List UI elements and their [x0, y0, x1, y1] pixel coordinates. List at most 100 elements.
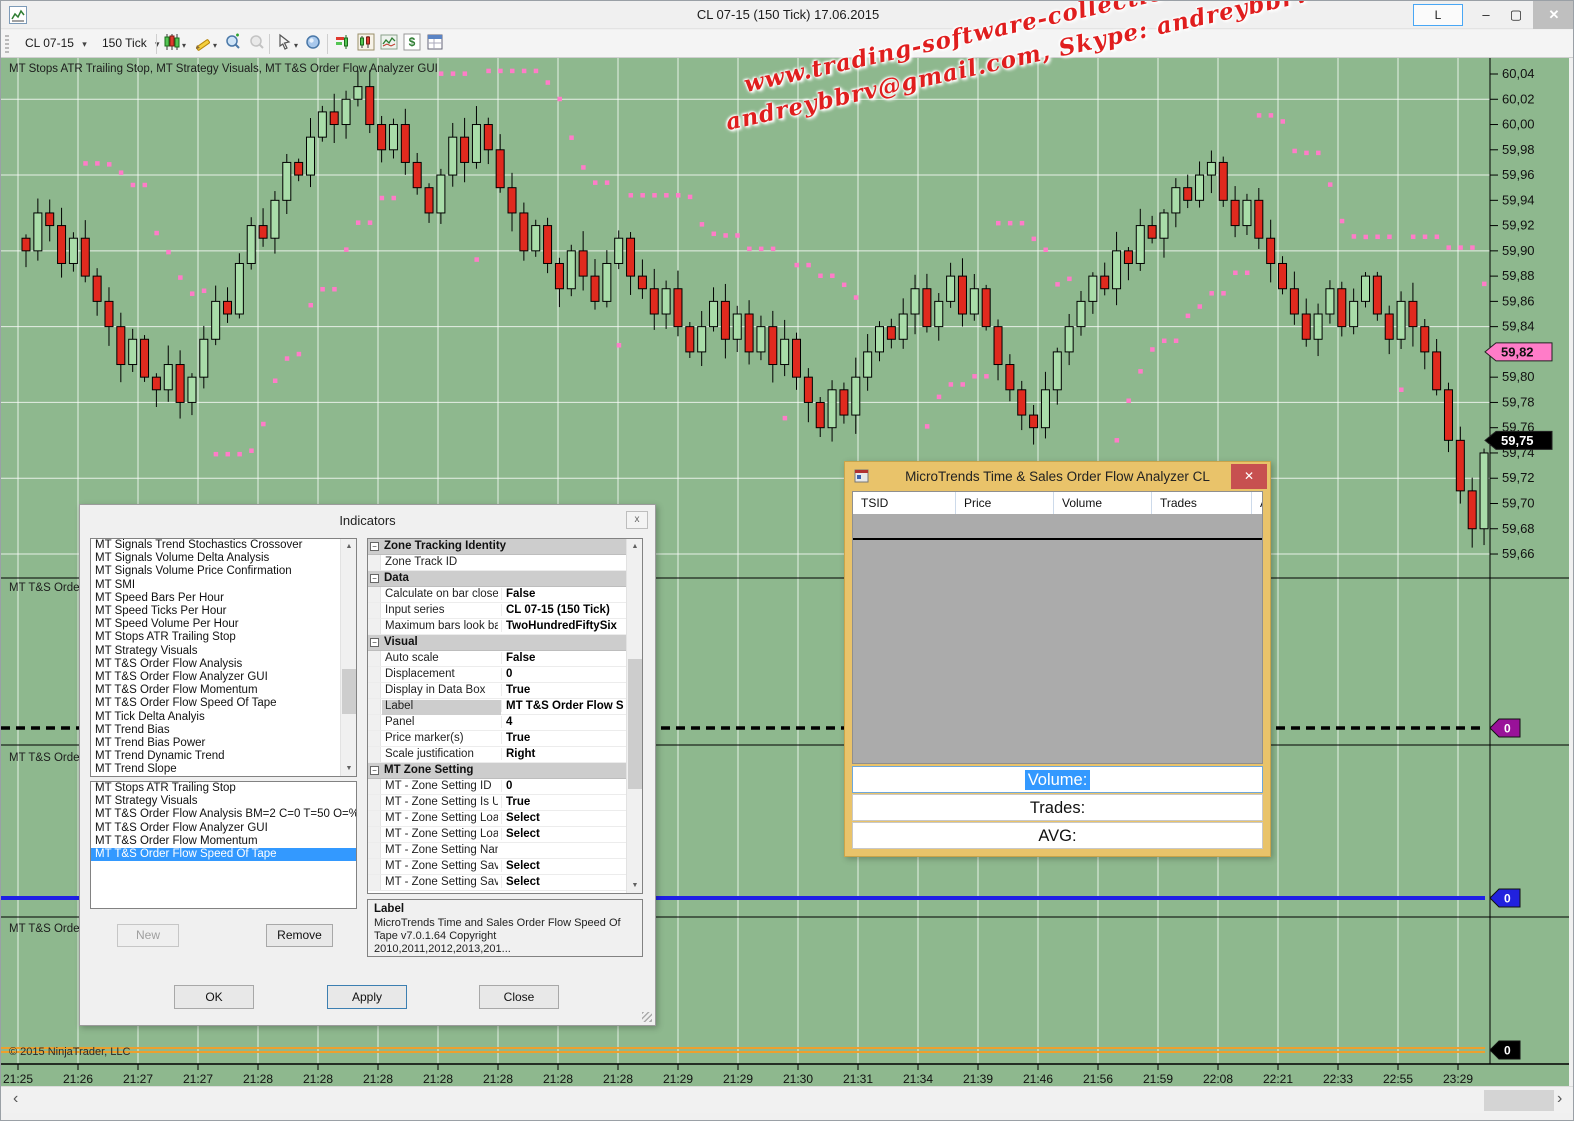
property-category[interactable]: −Visual	[368, 635, 642, 651]
indicator-list-item[interactable]: MT T&S Order Flow Analysis	[91, 658, 356, 671]
indicator-list-item[interactable]: MT Speed Bars Per Hour	[91, 592, 356, 605]
indicator-list-item[interactable]: MT Speed Volume Per Hour	[91, 618, 356, 631]
period-selector[interactable]: 150 Tick ▾	[96, 34, 164, 54]
column-header-trades[interactable]: Trades	[1152, 492, 1252, 514]
instrument-selector[interactable]: CL 07-15 ▾	[19, 34, 91, 54]
scrollbar-thumb[interactable]	[628, 659, 642, 789]
data-grid-button[interactable]	[423, 33, 447, 55]
indicator-list-item[interactable]: MT Speed Ticks Per Hour	[91, 605, 356, 618]
property-row[interactable]: Auto scaleFalse	[368, 651, 642, 667]
indicator-list-item[interactable]: MT Trend Dynamic Trend	[91, 750, 356, 763]
property-value[interactable]: False	[501, 652, 624, 664]
horizontal-scrollbar[interactable]: ‹ ›	[1, 1086, 1574, 1113]
property-value[interactable]: True	[501, 684, 624, 696]
property-value[interactable]: CL 07-15 (150 Tick)	[501, 604, 624, 616]
property-row[interactable]: Input seriesCL 07-15 (150 Tick)	[368, 603, 642, 619]
property-grid[interactable]: −Zone Tracking IdentityZone Track ID−Dat…	[367, 538, 643, 894]
indicator-list-item[interactable]: MT Trend Bias	[91, 724, 356, 737]
indicator-list-item[interactable]: MT Strategy Visuals	[91, 645, 356, 658]
drawing-tools-button[interactable]	[191, 33, 215, 55]
column-header-price[interactable]: Price	[956, 492, 1054, 514]
property-category[interactable]: −Data	[368, 571, 642, 587]
account-button[interactable]: $	[400, 33, 424, 55]
analyzer-title-bar[interactable]: MicroTrends Time & Sales Order Flow Anal…	[852, 464, 1263, 491]
property-grid-scrollbar[interactable]: ▲ ▼	[626, 539, 642, 893]
scrollbar-thumb[interactable]	[342, 669, 356, 714]
indicator-list-item[interactable]: MT SMI	[91, 579, 356, 592]
applied-indicators-list[interactable]: MT Stops ATR Trailing StopMT Strategy Vi…	[90, 781, 357, 909]
stat-row[interactable]: AVG:	[852, 822, 1263, 849]
property-row[interactable]: MT - Zone Setting SavSelect	[368, 875, 642, 891]
analyzer-table[interactable]: TSIDPriceVolumeTradesAv	[852, 491, 1263, 764]
property-value[interactable]: Select	[501, 876, 624, 888]
zoom-out-button[interactable]	[245, 33, 269, 55]
indicator-list-item[interactable]: MT Trend Slope	[91, 763, 356, 776]
scrollbar-thumb[interactable]	[1484, 1090, 1554, 1111]
chart-style-button[interactable]	[160, 33, 184, 55]
applied-indicator-item[interactable]: MT Strategy Visuals	[91, 795, 356, 808]
property-row[interactable]: Calculate on bar closeFalse	[368, 587, 642, 603]
column-header-tsid[interactable]: TSID	[853, 492, 956, 514]
close-button[interactable]: ✕	[1533, 1, 1574, 29]
property-value[interactable]: 0	[501, 668, 624, 680]
property-row[interactable]: MT - Zone Setting LoaSelect	[368, 811, 642, 827]
stat-row[interactable]: Trades:	[852, 794, 1263, 821]
analyzer-close-button[interactable]: ✕	[1231, 464, 1267, 489]
collapse-icon[interactable]: −	[370, 574, 379, 583]
maximize-button[interactable]: ▢	[1501, 1, 1531, 29]
ok-button[interactable]: OK	[174, 985, 254, 1009]
property-value[interactable]: 0	[501, 780, 624, 792]
property-value[interactable]: Select	[501, 860, 624, 872]
collapse-icon[interactable]: −	[370, 766, 379, 775]
property-row[interactable]: LabelMT T&S Order Flow Sp	[368, 699, 642, 715]
property-value[interactable]: Select	[501, 828, 624, 840]
property-row[interactable]: MT - Zone Setting SavSelect	[368, 859, 642, 875]
order-entry-button[interactable]	[331, 33, 355, 55]
available-indicators-list[interactable]: MT Signals Trend Stochastics CrossoverMT…	[90, 538, 357, 777]
property-value[interactable]: Right	[501, 748, 624, 760]
collapse-icon[interactable]: −	[370, 542, 379, 551]
column-header-volume[interactable]: Volume	[1054, 492, 1152, 514]
applied-indicator-item[interactable]: MT T&S Order Flow Momentum	[91, 835, 356, 848]
property-value[interactable]: True	[501, 732, 624, 744]
applied-indicator-item[interactable]: MT T&S Order Flow Speed Of Tape	[91, 848, 356, 861]
apply-button[interactable]: Apply	[327, 985, 407, 1009]
indicator-list-item[interactable]: MT Trend Bias Power	[91, 737, 356, 750]
dialog-close-icon[interactable]: x	[626, 511, 648, 529]
scroll-down-icon[interactable]: ▼	[627, 878, 643, 893]
indicator-list-item[interactable]: MT Signals Trend Stochastics Crossover	[91, 539, 356, 552]
analyzer-table-header[interactable]: TSIDPriceVolumeTradesAv	[853, 492, 1262, 514]
column-header-av[interactable]: Av	[1252, 492, 1263, 514]
indicator-list-item[interactable]: MT T&S Order Flow Momentum	[91, 684, 356, 697]
property-row[interactable]: Panel4	[368, 715, 642, 731]
available-list-scrollbar[interactable]: ▲ ▼	[340, 539, 356, 776]
property-row[interactable]: Price marker(s)True	[368, 731, 642, 747]
instrument-link-button[interactable]: L	[1413, 4, 1463, 26]
indicator-list-item[interactable]: MT Signals Volume Delta Analysis	[91, 552, 356, 565]
property-value[interactable]: 4	[501, 716, 624, 728]
scroll-up-icon[interactable]: ▲	[341, 539, 357, 554]
property-row[interactable]: Maximum bars look baTwoHundredFiftySix	[368, 619, 642, 635]
property-row[interactable]: MT - Zone Setting Is UTrue	[368, 795, 642, 811]
applied-indicator-item[interactable]: MT Stops ATR Trailing Stop	[91, 782, 356, 795]
property-row[interactable]: MT - Zone Setting LoaSelect	[368, 827, 642, 843]
property-row[interactable]: Displacement0	[368, 667, 642, 683]
chevron-down-icon[interactable]: ▾	[213, 41, 217, 50]
scroll-left-icon[interactable]: ‹	[13, 1090, 18, 1108]
property-category[interactable]: −Zone Tracking Identity	[368, 539, 642, 555]
toolbar-grip[interactable]	[5, 35, 9, 53]
strategy-button[interactable]	[377, 33, 401, 55]
close-dialog-button[interactable]: Close	[479, 985, 559, 1009]
minimize-button[interactable]: –	[1471, 1, 1501, 29]
property-row[interactable]: Display in Data BoxTrue	[368, 683, 642, 699]
scroll-down-icon[interactable]: ▼	[341, 761, 357, 776]
property-row[interactable]: Scale justificationRight	[368, 747, 642, 763]
property-row[interactable]: MT - Zone Setting ID0	[368, 779, 642, 795]
chevron-down-icon[interactable]: ▾	[294, 41, 298, 50]
indicator-list-item[interactable]: MT Tick Delta Analyis	[91, 711, 356, 724]
property-row[interactable]: MT - Zone Setting Nam	[368, 843, 642, 859]
resize-grip[interactable]	[642, 1012, 652, 1022]
scroll-right-icon[interactable]: ›	[1557, 1090, 1562, 1108]
indicator-list-item[interactable]: MT Stops ATR Trailing Stop	[91, 631, 356, 644]
applied-indicator-item[interactable]: MT T&S Order Flow Analysis BM=2 C=0 T=50…	[91, 808, 356, 821]
